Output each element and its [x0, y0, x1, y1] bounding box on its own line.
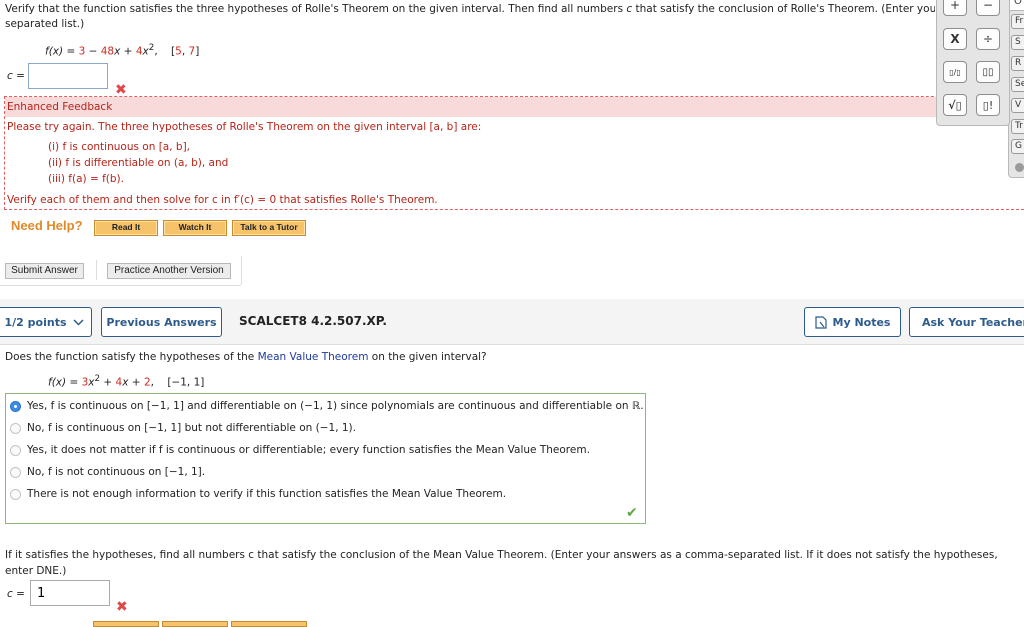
interval: , [−1, 1]	[150, 376, 205, 389]
answer-label: c =	[7, 588, 25, 600]
exponent-button[interactable]: ▯▯	[976, 61, 1000, 83]
need-help-label: Need Help?	[11, 218, 83, 233]
radio-unselected[interactable]	[10, 466, 21, 478]
coef: 48	[100, 45, 115, 58]
radio-unselected[interactable]	[10, 488, 21, 500]
mc-option[interactable]: Yes, f is continuous on [−1, 1] and diff…	[10, 398, 644, 414]
correct-check-icon: ✔	[626, 505, 638, 521]
feedback-item: (ii) f is differentiable on (a, b), and	[48, 157, 229, 169]
read-it-button[interactable]: Read It	[94, 220, 158, 236]
divide-button[interactable]: ÷	[976, 28, 1000, 50]
points-label: 1/2 points	[4, 315, 67, 329]
option-text: Yes, it does not matter if f is continuo…	[27, 444, 590, 456]
plus-button[interactable]: +	[943, 0, 967, 16]
coef: 4	[135, 45, 143, 58]
previous-answers-button[interactable]: Previous Answers	[101, 307, 222, 337]
feedback-item: (iii) f(a) = f(b).	[48, 173, 124, 185]
radio-selected[interactable]	[10, 400, 21, 412]
question1-function: f(x) = 3 − 48x + 4x2, [5, 7]	[45, 40, 199, 60]
prompt-text-cont: on the given interval?	[368, 351, 487, 363]
sqrt-button[interactable]: √▯	[943, 94, 967, 116]
feedback-item: (i) f is continuous on [a, b],	[48, 141, 191, 153]
fraction-button[interactable]: ▯/▯	[943, 61, 967, 83]
op: +	[128, 376, 144, 389]
question1-instructions: Verify that the function satisfies the t…	[5, 1, 935, 17]
interval-a: 5	[175, 45, 182, 58]
coef: 2	[143, 376, 151, 389]
points-dropdown[interactable]: 1/2 points	[0, 307, 92, 337]
read-it-button-partial[interactable]	[93, 621, 159, 627]
side-tab[interactable]: G	[1011, 139, 1024, 154]
question1-instructions-line2: separated list.)	[5, 18, 85, 30]
function-lhs: f(x) =	[45, 45, 79, 58]
notes-icon	[814, 315, 827, 329]
mc-option[interactable]: Yes, it does not matter if f is continuo…	[10, 442, 590, 458]
chevron-down-icon	[72, 318, 84, 326]
op: +	[120, 45, 136, 58]
mc-option[interactable]: No, f is continuous on [−1, 1] but not d…	[10, 420, 356, 436]
my-notes-button[interactable]: My Notes	[804, 307, 901, 337]
ask-your-teacher-button[interactable]: Ask Your Teacher	[909, 307, 1024, 337]
side-panel-top: O	[1014, 0, 1022, 7]
radio-unselected[interactable]	[10, 444, 21, 456]
instructions-text-cont: that satisfy the conclusion of Rolle's T…	[632, 3, 936, 15]
question2-function: f(x) = 3x2 + 4x + 2, [−1, 1]	[48, 372, 204, 390]
side-tab[interactable]: S	[1011, 35, 1024, 50]
sep: ,	[181, 45, 189, 58]
watch-it-button[interactable]: Watch It	[163, 220, 227, 236]
divider	[96, 260, 97, 280]
mc-option[interactable]: There is not enough information to verif…	[10, 486, 506, 502]
watch-it-button-partial[interactable]	[162, 621, 228, 627]
prompt-text: Does the function satisfy the hypotheses…	[5, 351, 258, 363]
radio-unselected[interactable]	[10, 422, 21, 434]
question2-prompt: Does the function satisfy the hypotheses…	[5, 350, 487, 364]
submit-answer-button[interactable]: Submit Answer	[5, 263, 84, 279]
op: −	[85, 45, 101, 58]
incorrect-icon: ✖	[116, 599, 128, 615]
feedback-conclusion: Verify each of them and then solve for c…	[7, 194, 438, 206]
feedback-header: Enhanced Feedback	[5, 97, 1024, 117]
option-text: Yes, f is continuous on [−1, 1] and diff…	[27, 400, 644, 412]
option-text: There is not enough information to verif…	[27, 488, 507, 500]
talk-to-tutor-button[interactable]: Talk to a Tutor	[232, 220, 306, 236]
question1-answer-input[interactable]	[28, 63, 108, 89]
side-tab[interactable]: R	[1011, 56, 1024, 71]
question3-prompt: If it satisfies the hypotheses, find all…	[5, 549, 998, 577]
option-text: No, f is not continuous on [−1, 1].	[27, 466, 206, 478]
talk-to-tutor-button-partial[interactable]	[231, 621, 307, 627]
multiply-button[interactable]: X	[943, 28, 967, 50]
my-notes-label: My Notes	[832, 315, 891, 329]
question3-answer-input[interactable]	[30, 580, 110, 606]
comma: ,	[154, 45, 158, 58]
mean-value-theorem-link[interactable]: Mean Value Theorem	[258, 351, 369, 363]
question-code: SCALCET8 4.2.507.XP.	[239, 314, 387, 328]
bracket: ]	[195, 45, 200, 58]
op: +	[100, 376, 116, 389]
help-icon[interactable]	[1015, 163, 1024, 172]
option-text: No, f is continuous on [−1, 1] but not d…	[27, 422, 356, 434]
instructions-text: Verify that the function satisfies the t…	[5, 3, 627, 15]
practice-another-version-button[interactable]: Practice Another Version	[107, 263, 231, 279]
side-tab[interactable]: Tr	[1011, 119, 1024, 134]
side-tab[interactable]: Se	[1011, 77, 1024, 92]
factorial-button[interactable]: ▯!	[976, 94, 1000, 116]
answer-label: c =	[7, 70, 25, 82]
mc-option[interactable]: No, f is not continuous on [−1, 1].	[10, 464, 205, 480]
minus-button[interactable]: −	[976, 0, 1000, 16]
function-lhs: f(x) =	[48, 376, 82, 389]
side-tab[interactable]: V	[1011, 98, 1024, 113]
side-tab[interactable]: Fr	[1011, 14, 1024, 29]
feedback-intro: Please try again. The three hypotheses o…	[7, 121, 482, 133]
